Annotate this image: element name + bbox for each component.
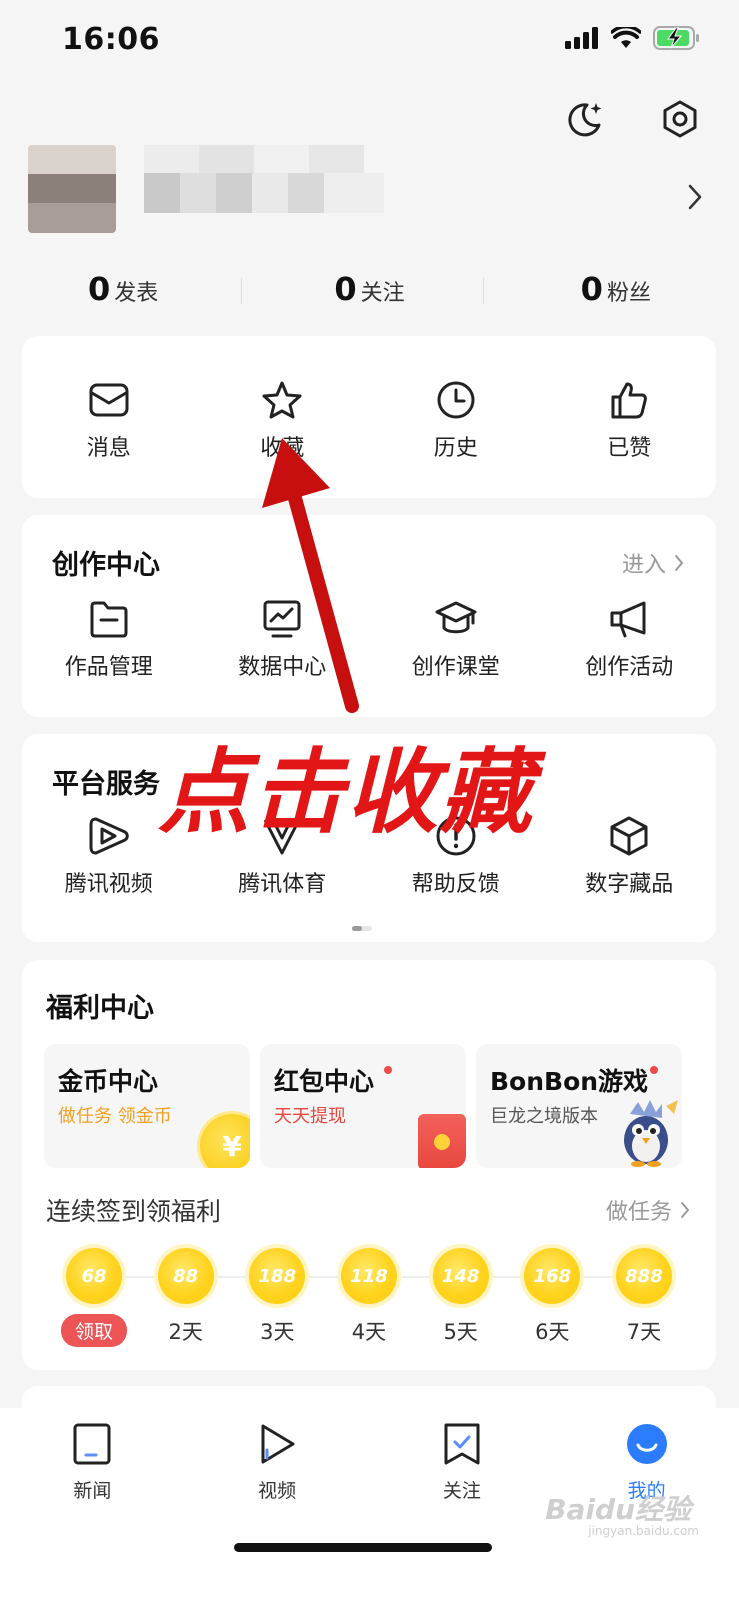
baidu-watermark: Baidu经验: [545, 1493, 691, 1526]
watermark-url: jingyan.baidu.com: [588, 1524, 699, 1538]
annotation-text: 点击收藏: [158, 739, 535, 846]
